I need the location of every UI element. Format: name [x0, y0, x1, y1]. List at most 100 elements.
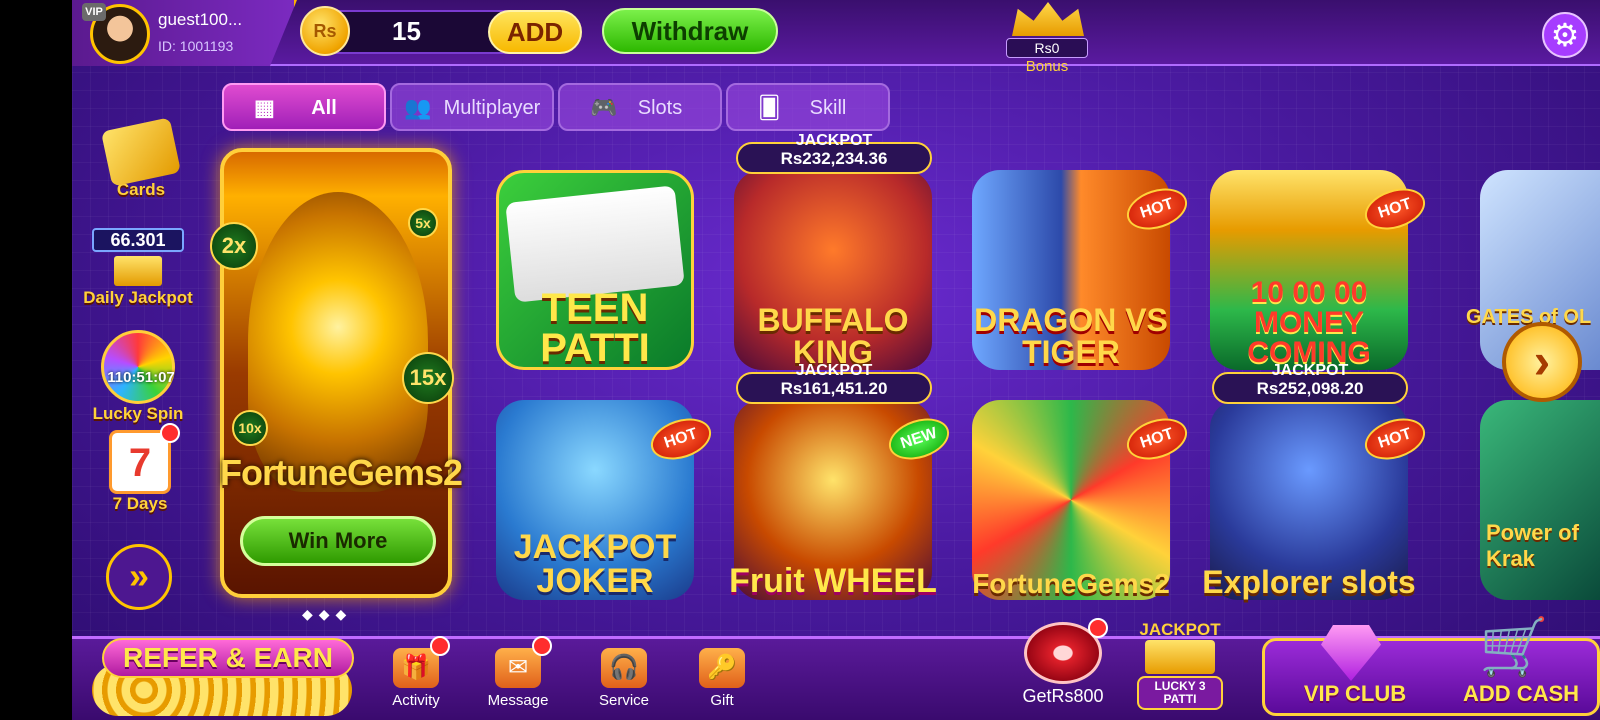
- game-tile-money-coming[interactable]: HOT 10 00 00 MONEY COMING: [1210, 170, 1431, 370]
- getrs-label: GetRs800: [1022, 686, 1104, 706]
- jackpot-label: JACKPOT: [795, 362, 873, 379]
- tab-all[interactable]: ▦ All: [222, 83, 386, 131]
- get-rs800-button[interactable]: GetRs800: [1008, 618, 1118, 707]
- tab-skill[interactable]: 🂠 Skill: [726, 83, 890, 131]
- game-tile-explorer-slots[interactable]: JACKPOT Rs252,098.20 HOT Explorer slots: [1202, 363, 1431, 600]
- cards-icon: [1145, 640, 1215, 674]
- lucky-3-patti-button[interactable]: JACKPOT LUCKY 3 PATTI: [1132, 620, 1228, 712]
- ticket-icon: [114, 256, 162, 286]
- carousel-dots: ◆◆◆: [302, 606, 353, 622]
- tab-label: Skill: [809, 97, 847, 119]
- multiplier-badge: 10x: [232, 410, 268, 446]
- username: guest100...: [158, 10, 243, 29]
- daily-jackpot-label: Daily Jackpot: [83, 288, 193, 307]
- nav-service[interactable]: 🎧 Service: [584, 648, 664, 709]
- lucky-jackpot-label: JACKPOT: [1139, 620, 1221, 639]
- game-name: DRAGON VS TIGER: [974, 302, 1168, 370]
- vip-addcash-panel: VIP CLUB 🛒 ADD CASH: [1262, 617, 1600, 716]
- notification-dot: [1088, 618, 1108, 638]
- notification-dot: [160, 423, 180, 443]
- seven-days-button[interactable]: 7 7 Days: [98, 423, 182, 514]
- calendar-icon: 7: [109, 423, 180, 494]
- featured-title: FortuneGems2: [219, 452, 463, 493]
- cards-button[interactable]: Cards: [96, 117, 186, 200]
- tab-multiplayer[interactable]: 👥 Multiplayer: [390, 83, 554, 131]
- refer-label: REFER & EARN: [102, 638, 354, 678]
- cards-label: Cards: [116, 180, 166, 199]
- bonus-cards-icon: [100, 117, 182, 187]
- jackpot-tag: JACKPOT Rs232,234.36: [736, 133, 932, 174]
- gear-icon[interactable]: ⚙: [1542, 12, 1588, 58]
- game-tile-power-of-kraken[interactable]: Power of Krak: [1480, 400, 1600, 600]
- game-name: TEEN PATTI: [540, 286, 650, 370]
- game-name: FortuneGems2: [972, 568, 1170, 599]
- headset-icon: 🎧: [601, 648, 647, 688]
- crown-icon[interactable]: [1012, 2, 1084, 36]
- lucky-label: LUCKY 3 PATTI: [1137, 676, 1223, 710]
- lucky-spin-button[interactable]: 110:51:07 Lucky Spin: [90, 330, 186, 424]
- game-tile-teen-patti[interactable]: TEEN PATTI: [496, 170, 694, 370]
- golden-idol-image: [248, 192, 428, 492]
- jackpot-tag: JACKPOT Rs252,098.20: [1212, 363, 1408, 404]
- tab-label: Slots: [637, 97, 683, 119]
- jackpot-label: JACKPOT: [1271, 362, 1349, 379]
- game-tile-fruit-wheel[interactable]: JACKPOT Rs161,451.20 NEW Fruit WHEEL: [729, 363, 955, 600]
- gift-key-icon: 🔑: [699, 648, 745, 688]
- notification-dot: [532, 636, 552, 656]
- bonus-label: Bonus: [1025, 58, 1069, 75]
- seven-days-label: 7 Days: [112, 494, 168, 513]
- withdraw-button[interactable]: Withdraw: [602, 8, 778, 54]
- bonus-amount[interactable]: Rs0: [1006, 38, 1088, 58]
- envelope-icon: ✉: [495, 648, 541, 688]
- game-name: Power of Krak: [1486, 520, 1579, 571]
- daily-jackpot-button[interactable]: 66.301 Daily Jackpot: [76, 228, 200, 308]
- jackpot-value: Rs232,234.36: [780, 149, 888, 168]
- scroll-right-icon[interactable]: ›: [1502, 322, 1582, 402]
- featured-game-banner[interactable]: 2x 5x 15x 10x FortuneGems2 Win More: [210, 148, 463, 598]
- nav-message[interactable]: ✉ Message: [478, 636, 558, 709]
- win-more-button[interactable]: Win More: [240, 516, 436, 566]
- jackpot-value: Rs161,451.20: [780, 379, 888, 398]
- jackpot-value: Rs252,098.20: [1256, 379, 1364, 398]
- diamond-icon[interactable]: [1321, 625, 1381, 681]
- nav-label: Message: [487, 692, 549, 709]
- multiplier-badge: 5x: [408, 208, 438, 238]
- game-name: Fruit WHEEL: [729, 562, 937, 600]
- game-tile-fortune-gems-2[interactable]: HOT FortuneGems2: [972, 400, 1193, 600]
- game-name: JACKPOT JOKER: [513, 528, 677, 600]
- multiplier-badge: 2x: [210, 222, 258, 270]
- vip-club-button[interactable]: VIP CLUB: [1285, 681, 1425, 707]
- daily-jackpot-value: 66.301: [92, 228, 184, 252]
- user-id: ID: 1001193: [158, 38, 234, 54]
- nav-activity[interactable]: 🎁 Activity: [376, 636, 456, 709]
- nav-label: Activity: [392, 692, 440, 709]
- cart-icon[interactable]: 🛒: [1479, 617, 1549, 677]
- game-name: Explorer slots: [1202, 564, 1416, 600]
- tab-label: Multiplayer: [443, 97, 541, 119]
- game-name: BUFFALO KING: [757, 302, 909, 370]
- game-tile-jackpot-joker[interactable]: HOT JACKPOT JOKER: [496, 400, 717, 600]
- game-tile-dragon-vs-tiger[interactable]: HOT DRAGON VS TIGER: [972, 170, 1193, 370]
- game-name: 10 00 00 MONEY COMING: [1247, 276, 1371, 369]
- game-tile-buffalo-king[interactable]: JACKPOT Rs232,234.36 BUFFALO KING: [734, 133, 932, 370]
- vip-badge: VIP: [82, 3, 106, 21]
- balance-value: 15: [392, 16, 421, 46]
- rupee-coin-icon: Rs: [300, 6, 350, 56]
- chevron-right-icon[interactable]: »: [106, 544, 172, 610]
- lucky-spin-label: Lucky Spin: [92, 404, 184, 423]
- nav-label: Service: [598, 692, 650, 709]
- spin-wheel-icon: 110:51:07: [101, 330, 175, 404]
- top-bar: VIP guest100... ID: 1001193 Rs 15 ADD Wi…: [72, 0, 1600, 75]
- gift-box-icon: 🎁: [393, 648, 439, 688]
- tab-slots[interactable]: 🎮 Slots: [558, 83, 722, 131]
- refer-and-earn-button[interactable]: REFER & EARN: [86, 624, 366, 716]
- notification-dot: [430, 636, 450, 656]
- jackpot-label: JACKPOT: [795, 132, 873, 149]
- lucky-spin-timer: 110:51:07: [107, 369, 175, 386]
- add-button[interactable]: ADD: [488, 10, 582, 54]
- nav-gift[interactable]: 🔑 Gift: [682, 648, 762, 709]
- jackpot-tag: JACKPOT Rs161,451.20: [736, 363, 932, 404]
- tab-label: All: [311, 97, 337, 119]
- nav-label: Gift: [710, 692, 734, 709]
- add-cash-button[interactable]: ADD CASH: [1441, 681, 1600, 707]
